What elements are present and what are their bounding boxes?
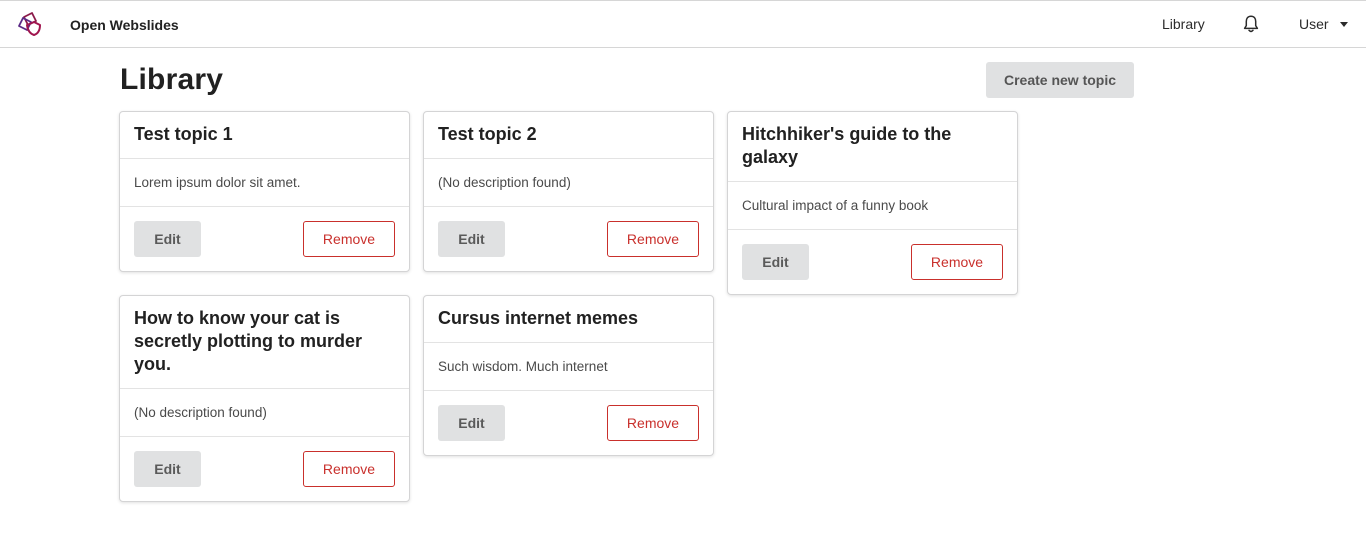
topic-actions: Edit Remove (424, 207, 713, 271)
topic-title[interactable]: Test topic 1 (120, 112, 409, 159)
topic-description: Cultural impact of a funny book (728, 182, 1017, 230)
topic-card: Cursus internet memes Such wisdom. Much … (423, 295, 714, 456)
top-navbar: Open Webslides Library User (0, 0, 1366, 48)
app-name: Open Webslides (70, 17, 179, 33)
topic-description: (No description found) (424, 159, 713, 207)
remove-topic-button[interactable]: Remove (303, 451, 395, 487)
caret-down-icon (1339, 21, 1348, 27)
edit-topic-button[interactable]: Edit (134, 221, 201, 257)
edit-topic-button[interactable]: Edit (438, 221, 505, 257)
topic-actions: Edit Remove (120, 207, 409, 271)
topic-card: Test topic 2 (No description found) Edit… (423, 111, 714, 272)
edit-topic-button[interactable]: Edit (438, 405, 505, 441)
topic-card: How to know your cat is secretly plottin… (119, 295, 410, 502)
create-new-topic-button[interactable]: Create new topic (986, 62, 1134, 98)
topic-title[interactable]: How to know your cat is secretly plottin… (120, 296, 409, 389)
topic-description: Lorem ipsum dolor sit amet. (120, 159, 409, 207)
bell-icon[interactable] (1242, 14, 1260, 34)
brand-link[interactable]: Open Webslides (17, 12, 179, 37)
remove-topic-button[interactable]: Remove (607, 405, 699, 441)
topic-title[interactable]: Cursus internet memes (424, 296, 713, 343)
remove-topic-button[interactable]: Remove (303, 221, 395, 257)
open-webslides-logo-icon (18, 12, 41, 36)
edit-topic-button[interactable]: Edit (134, 451, 201, 487)
user-menu-dropdown[interactable]: User (1299, 16, 1348, 32)
page-title: Library (120, 63, 224, 96)
topic-actions: Edit Remove (424, 391, 713, 455)
edit-topic-button[interactable]: Edit (742, 244, 809, 280)
topic-description: (No description found) (120, 389, 409, 437)
remove-topic-button[interactable]: Remove (607, 221, 699, 257)
topic-actions: Edit Remove (120, 437, 409, 501)
topic-actions: Edit Remove (728, 230, 1017, 294)
topic-title[interactable]: Test topic 2 (424, 112, 713, 159)
remove-topic-button[interactable]: Remove (911, 244, 1003, 280)
topic-card: Test topic 1 Lorem ipsum dolor sit amet.… (119, 111, 410, 272)
topic-description: Such wisdom. Much internet (424, 343, 713, 391)
topic-card: Hitchhiker's guide to the galaxy Cultura… (727, 111, 1018, 295)
topic-title[interactable]: Hitchhiker's guide to the galaxy (728, 112, 1017, 182)
user-menu-label: User (1299, 16, 1329, 32)
nav-library-link[interactable]: Library (1162, 16, 1205, 32)
